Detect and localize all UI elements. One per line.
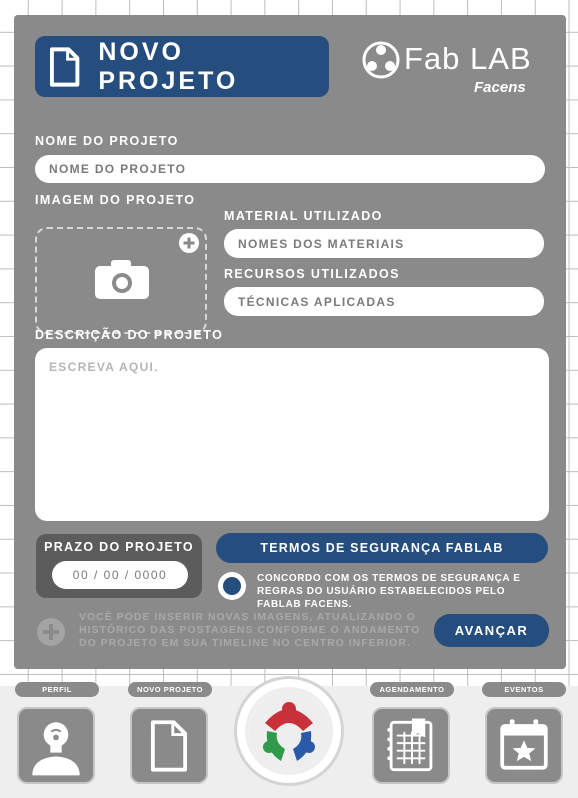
document-icon <box>49 46 80 87</box>
new-project-header: NOVO PROJETO <box>35 36 329 97</box>
document-icon <box>150 720 188 772</box>
nav-new-project-button[interactable] <box>130 707 208 784</box>
material-input[interactable]: NOMES DOS MATERIAIS <box>224 229 544 258</box>
camera-icon <box>95 260 149 299</box>
schedule-icon <box>387 718 433 772</box>
material-label: MATERIAL UTILIZADO <box>224 209 383 223</box>
image-upload-box[interactable] <box>35 227 207 334</box>
deadline-box: PRAZO DO PROJETO 00 / 00 / 0000 <box>36 534 202 598</box>
agree-terms-text: CONCORDO COM OS TERMOS DE SEGURANÇA E RE… <box>257 573 521 610</box>
add-image-icon[interactable] <box>179 233 199 253</box>
page-title: NOVO PROJETO <box>98 37 239 95</box>
info-text: VOCÊ PODE INSERIR NOVAS IMAGENS, ATUALIZ… <box>79 611 421 649</box>
logo-text: Fab LAB <box>404 41 532 76</box>
project-name-label: NOME DO PROJETO <box>35 134 179 148</box>
logo-subtext: Facens <box>474 79 526 96</box>
safety-terms-button[interactable]: TERMOS DE SEGURANÇA FABLAB <box>216 533 548 563</box>
nav-label-eventos: EVENTOS <box>482 682 566 697</box>
calendar-star-icon <box>500 719 548 770</box>
nav-label-novo-projeto: NOVO PROJETO <box>128 682 212 697</box>
deadline-label: PRAZO DO PROJETO <box>44 540 194 554</box>
advance-button[interactable]: AVANÇAR <box>434 614 549 647</box>
add-icon <box>37 618 65 646</box>
nav-schedule-button[interactable] <box>372 707 450 784</box>
description-label: DESCRIÇÃO DO PROJETO <box>35 328 224 342</box>
nav-label-agendamento: AGENDAMENTO <box>370 682 454 697</box>
agree-terms-radio[interactable] <box>218 572 246 600</box>
nav-profile-button[interactable] <box>17 707 95 784</box>
deadline-date-input[interactable]: 00 / 00 / 0000 <box>52 561 188 589</box>
fablab-logo-icon <box>248 690 330 772</box>
project-form-panel: NOVO PROJETO Fab LAB Facens NOME DO PROJ… <box>14 15 566 669</box>
resources-label: RECURSOS UTILIZADOS <box>224 267 400 281</box>
fablab-logo: Fab LAB Facens <box>362 39 552 99</box>
description-textarea[interactable]: ESCREVA AQUI. <box>35 348 549 521</box>
resources-input[interactable]: TÉCNICAS APLICADAS <box>224 287 544 316</box>
nav-label-perfil: PERFIL <box>15 682 99 697</box>
nav-home-button[interactable] <box>237 679 341 783</box>
project-image-label: IMAGEM DO PROJETO <box>35 193 196 207</box>
fablab-circle-icon <box>362 41 400 79</box>
project-name-input[interactable]: NOME DO PROJETO <box>35 155 545 183</box>
nav-events-button[interactable] <box>485 707 563 784</box>
profile-icon <box>32 722 80 776</box>
